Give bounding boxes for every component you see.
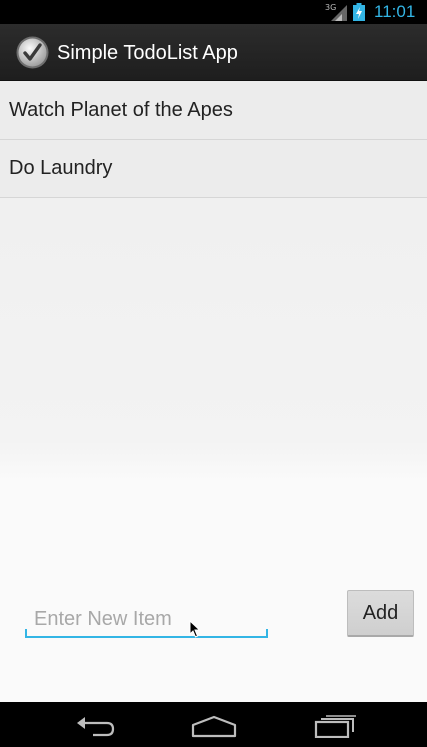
list-item[interactable]: Do Laundry — [0, 140, 427, 198]
home-icon[interactable] — [190, 714, 238, 738]
checkmark-icon — [16, 36, 49, 69]
add-button[interactable]: Add — [347, 590, 414, 637]
status-clock: 11:01 — [374, 2, 416, 21]
app-title: Simple TodoList App — [57, 42, 238, 64]
phone-screen: 3G 11:01 Simple TodoList App Watch Plane… — [0, 0, 427, 747]
main-content: Watch Planet of the Apes Do Laundry Add — [0, 81, 427, 702]
action-bar: Simple TodoList App — [0, 24, 427, 81]
navigation-bar — [0, 702, 427, 747]
signal-icon: 3G — [325, 3, 347, 21]
recents-icon[interactable] — [313, 714, 357, 738]
network-type-label: 3G — [325, 3, 336, 12]
status-bar: 3G 11:01 — [0, 0, 427, 24]
list-item-label: Do Laundry — [9, 157, 113, 179]
back-icon[interactable] — [73, 714, 117, 738]
list-item-label: Watch Planet of the Apes — [9, 98, 233, 121]
new-item-input[interactable] — [34, 606, 259, 632]
mouse-pointer-icon — [189, 620, 201, 638]
todo-list: Watch Planet of the Apes Do Laundry — [0, 81, 427, 198]
battery-charging-icon — [353, 3, 365, 21]
new-item-field[interactable] — [25, 600, 268, 638]
list-item[interactable]: Watch Planet of the Apes — [0, 81, 427, 140]
